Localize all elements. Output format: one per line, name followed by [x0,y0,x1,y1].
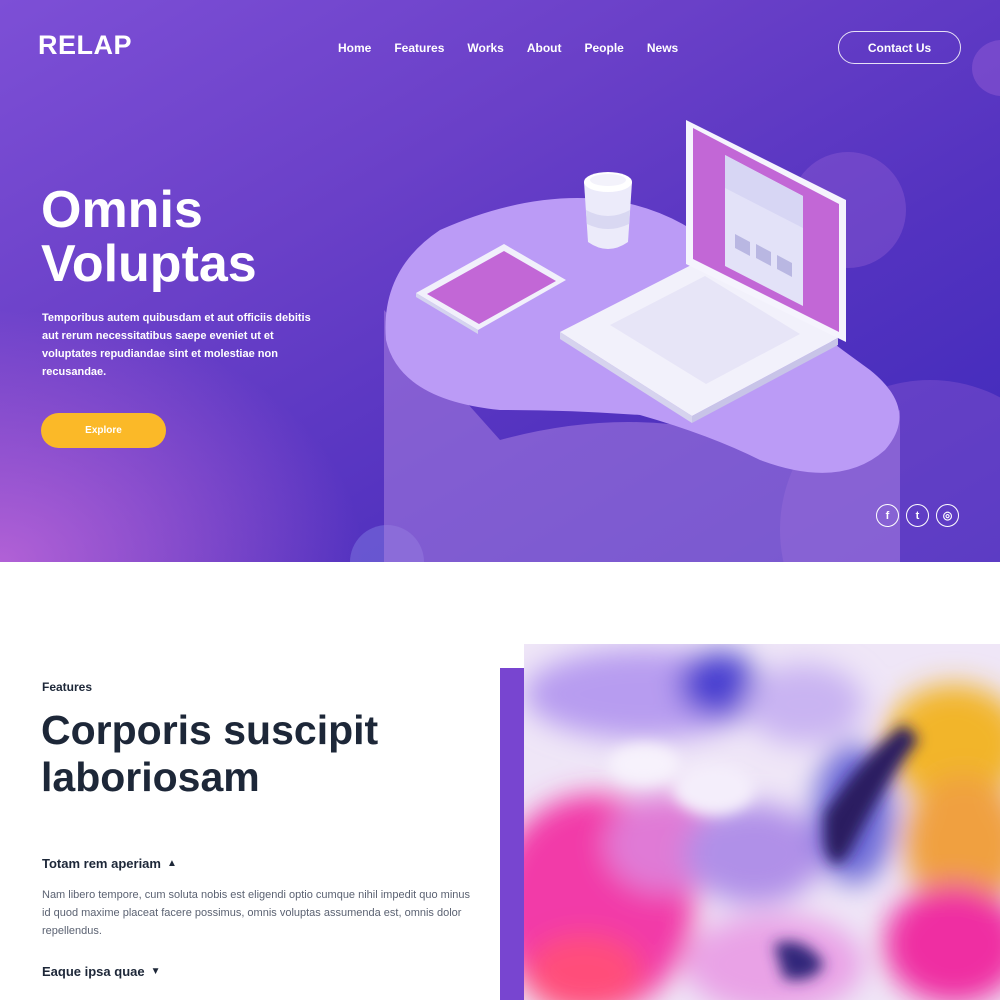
instagram-icon[interactable]: ◎ [936,504,959,527]
chevron-up-icon: ▲ [166,858,177,869]
accordion-item-1-title: Totam rem aperiam [42,856,161,871]
hero-title-line-2: Voluptas [41,235,257,293]
nav-item-works[interactable]: Works [467,41,503,55]
facebook-icon[interactable]: f [876,504,899,527]
hero-title: Omnis Voluptas [41,183,257,291]
accordion-item-2-title: Eaque ipsa quae [42,964,145,979]
watercolor-artwork [524,644,1000,1000]
nav-item-news[interactable]: News [647,41,678,55]
features-title-line-1: Corporis suscipit [41,707,379,753]
features-eyebrow: Features [42,680,93,694]
features-title: Corporis suscipit laboriosam [41,707,378,801]
nav-item-about[interactable]: About [527,41,562,55]
hero-title-line-1: Omnis [41,181,203,239]
main-nav: Home Features Works About People News [338,41,701,55]
coffee-cup-icon [584,172,632,249]
explore-button[interactable]: Explore [41,413,166,448]
hero-description: Temporibus autem quibusdam et aut offici… [42,312,311,378]
brand-logo[interactable]: RELAP [38,30,132,61]
features-title-line-2: laboriosam [41,754,260,800]
hero-section: RELAP Home Features Works About People N… [0,0,1000,562]
chevron-down-icon: ▼ [150,966,161,977]
twitter-icon[interactable]: t [906,504,929,527]
decorative-bubble [972,40,1000,96]
nav-item-features[interactable]: Features [394,41,444,55]
accordion-item-1-body: Nam libero tempore, cum soluta nobis est… [42,889,471,937]
accent-block [500,668,526,1000]
hero-illustration [384,120,900,562]
social-links: f t ◎ [876,504,959,527]
nav-item-people[interactable]: People [585,41,624,55]
accordion-item-1-header[interactable]: Totam rem aperiam ▲ [42,856,177,871]
contact-us-button[interactable]: Contact Us [838,31,961,64]
nav-item-home[interactable]: Home [338,41,371,55]
accordion-item-2-header[interactable]: Eaque ipsa quae ▼ [42,964,161,979]
